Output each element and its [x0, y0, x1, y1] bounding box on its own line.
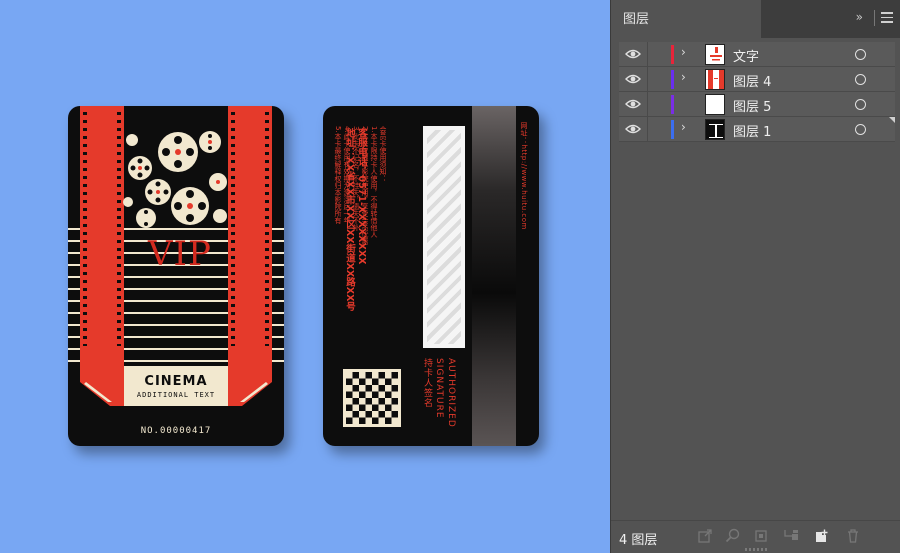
- artboard-canvas[interactable]: VIP CINEMA ADDITIONAL TEXT NO.00000417 会…: [0, 0, 610, 553]
- layer-row[interactable]: › 图层 1: [619, 117, 895, 142]
- layer-color-swatch: [671, 95, 674, 114]
- make-clipping-mask-icon[interactable]: [753, 528, 769, 544]
- layer-row[interactable]: › 文字: [619, 42, 895, 67]
- layer-thumbnail: [705, 44, 725, 65]
- layer-name[interactable]: 图层 5: [733, 96, 771, 115]
- layer-row[interactable]: 图层 5: [619, 92, 895, 117]
- panel-resize-grip[interactable]: [745, 548, 767, 551]
- layers-list: › 文字 › 图层 4 图层 5 › 图层 1: [619, 42, 895, 142]
- card-number: NO.00000417: [140, 426, 212, 436]
- film-strip-left: [80, 106, 124, 381]
- visibility-eye-icon[interactable]: [625, 123, 641, 135]
- website-text: 网址：http://www.huitu.com: [520, 122, 528, 230]
- layer-name[interactable]: 图层 1: [733, 121, 771, 140]
- vip-title: VIP: [148, 234, 212, 274]
- layer-color-swatch: [671, 45, 674, 64]
- layer-target-icon[interactable]: [855, 124, 866, 135]
- layer-thumbnail: [705, 69, 725, 90]
- panel-menu-icon[interactable]: [881, 12, 893, 24]
- expand-chevron-icon[interactable]: ›: [681, 70, 686, 84]
- visibility-eye-icon[interactable]: [625, 48, 641, 60]
- layer-name[interactable]: 图层 4: [733, 71, 771, 90]
- collapse-panel-icon[interactable]: »: [856, 10, 863, 24]
- cinema-label: CINEMA: [144, 374, 208, 389]
- additional-text-label: ADDITIONAL TEXT: [136, 391, 216, 399]
- layer-color-swatch: [671, 70, 674, 89]
- layer-thumbnail: [705, 94, 725, 115]
- expand-chevron-icon[interactable]: ›: [681, 45, 686, 59]
- signature-panel: [423, 126, 465, 348]
- qr-code: [343, 369, 401, 427]
- vip-card-back[interactable]: 会员卡使用须知： 1.本卡限持卡人使用，不得转借他人 2.本卡仅限本影院使用，享…: [323, 106, 539, 446]
- visibility-eye-icon[interactable]: [625, 98, 641, 110]
- delete-trash-icon[interactable]: [845, 528, 861, 544]
- layers-panel: 图层 » › 文字 › 图层 4 图层 5 › 图层 1 4 图层: [610, 0, 900, 553]
- create-sublayer-icon[interactable]: [783, 528, 799, 544]
- film-reels-illustration: [123, 131, 227, 228]
- layer-target-icon[interactable]: [855, 49, 866, 60]
- visibility-eye-icon[interactable]: [625, 73, 641, 85]
- magnetic-stripe: [472, 106, 516, 446]
- locate-object-search-icon[interactable]: [725, 528, 741, 544]
- panel-tabbar: 图层 »: [611, 0, 900, 38]
- film-strip-right: [228, 106, 272, 368]
- layer-thumbnail: [705, 119, 725, 140]
- hotline-text: 客服电话：0571-XXXXXXXX 地址：XX省XX市XX区XX街道XX路XX…: [344, 128, 367, 311]
- layer-row[interactable]: › 图层 4: [619, 67, 895, 92]
- export-for-screens-icon[interactable]: [697, 528, 713, 544]
- layer-target-icon[interactable]: [855, 99, 866, 110]
- layer-target-icon[interactable]: [855, 74, 866, 85]
- layer-name[interactable]: 文字: [733, 46, 759, 65]
- authorized-signature-text: AUTHORIZED SIGNATURE 持卡人签名: [422, 358, 456, 428]
- vip-card-front[interactable]: VIP CINEMA ADDITIONAL TEXT NO.00000417: [68, 106, 284, 446]
- tab-layers[interactable]: 图层: [611, 0, 761, 38]
- create-new-layer-icon[interactable]: [813, 528, 829, 544]
- selected-art-indicator: [889, 117, 895, 123]
- layer-color-swatch: [671, 120, 674, 139]
- layer-count: 4 图层: [619, 533, 658, 548]
- expand-chevron-icon[interactable]: ›: [681, 120, 686, 134]
